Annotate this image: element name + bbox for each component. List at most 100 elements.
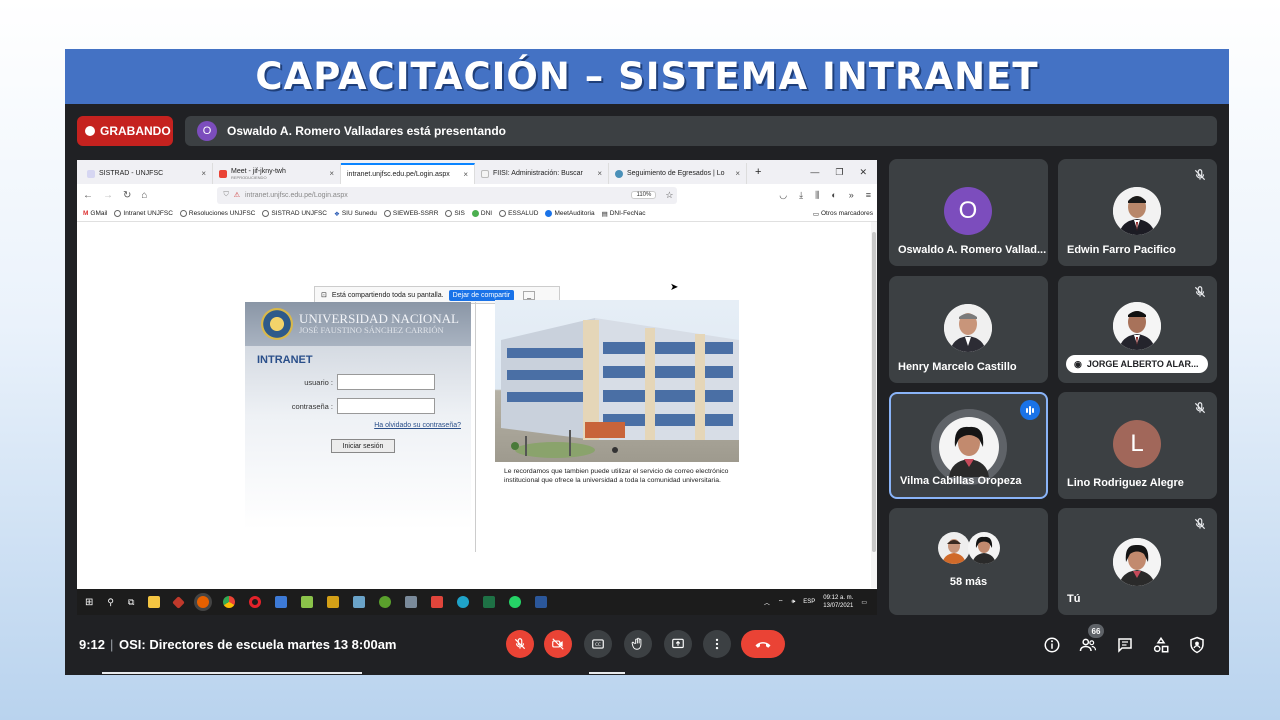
media-player-icon[interactable] — [431, 596, 444, 608]
download-icon[interactable]: ⤓ — [799, 190, 803, 201]
scrollbar-thumb[interactable] — [872, 232, 876, 552]
activities-icon[interactable] — [1152, 636, 1170, 654]
browser-tab-active[interactable]: intranet.unjfsc.edu.pe/Login.aspx × — [341, 163, 475, 184]
other-bookmarks-label: Otros marcadores — [820, 210, 873, 217]
hide-notice-button[interactable]: _ — [523, 290, 536, 300]
leave-call-button[interactable] — [741, 630, 785, 658]
other-bookmarks[interactable]: ▭ Otros marcadores — [813, 210, 877, 218]
bookmark-item[interactable]: SISTRAD UNJFSC — [262, 210, 327, 217]
firefox-icon[interactable] — [197, 596, 210, 608]
library-icon[interactable]: ⫼ — [815, 190, 819, 201]
bookmark-item[interactable]: Resoluciones UNJFSC — [179, 210, 255, 217]
task-view-icon[interactable]: ⧉ — [128, 597, 134, 608]
app-icon[interactable] — [379, 596, 392, 608]
microphone-off-button[interactable] — [506, 630, 534, 658]
app-icon[interactable] — [353, 596, 366, 608]
participant-tile[interactable]: Edwin Farro Pacifico — [1058, 159, 1217, 266]
word-icon[interactable] — [535, 596, 548, 608]
browser-tab[interactable]: SISTRAD - UNJFSC × — [81, 163, 213, 184]
bookmark-star-icon[interactable]: ☆ — [665, 190, 677, 201]
zoom-level[interactable]: 110% — [631, 191, 657, 199]
forward-icon[interactable]: → — [103, 190, 113, 201]
menu-icon[interactable]: ≡ — [866, 190, 871, 201]
bookmark-item[interactable]: MeetAuditoria — [545, 210, 595, 217]
notepad-icon[interactable] — [301, 596, 314, 608]
meeting-details-icon[interactable] — [1043, 636, 1061, 654]
calculator-icon[interactable] — [405, 596, 418, 608]
page-scrollbar[interactable] — [871, 222, 877, 588]
participant-photo — [968, 532, 1000, 564]
maximize-icon[interactable]: ❐ — [835, 167, 843, 178]
bookmark-item[interactable]: Intranet UNJFSC — [114, 210, 173, 217]
search-icon[interactable]: ⚲ — [107, 597, 114, 608]
windows-start-icon[interactable]: ⊞ — [85, 597, 93, 608]
browser-tab[interactable]: FIISI: Administración: Buscar × — [475, 163, 609, 184]
participant-name: JORGE ALBERTO ALAR... — [1086, 359, 1199, 369]
username-input[interactable] — [337, 374, 435, 390]
more-participants-tile[interactable]: 58 más — [889, 508, 1048, 615]
chrome-icon[interactable] — [223, 596, 236, 608]
more-options-button[interactable] — [703, 630, 731, 658]
network-icon[interactable]: ⌔ — [778, 598, 784, 606]
bookmark-item[interactable]: M GMail — [83, 210, 107, 217]
browser-tab[interactable]: Seguimiento de Egresados | Lo × — [609, 163, 747, 184]
participant-tile-speaking[interactable]: Vilma Cabillas Oropeza — [889, 392, 1048, 499]
login-button[interactable]: Iniciar sesión — [331, 439, 395, 453]
tab-close-icon[interactable]: × — [597, 169, 602, 178]
reload-icon[interactable]: ↻ — [123, 190, 131, 201]
host-controls-icon[interactable] — [1188, 636, 1206, 654]
bookmark-item[interactable]: SIEWEB-SSRR — [383, 210, 439, 217]
notifications-icon[interactable]: ▭ — [861, 599, 867, 606]
password-input[interactable] — [337, 398, 435, 414]
chat-icon[interactable] — [1116, 636, 1134, 654]
excel-icon[interactable] — [483, 596, 496, 608]
edge-icon[interactable] — [457, 596, 470, 608]
people-icon[interactable] — [1079, 636, 1097, 654]
bookmark-item[interactable]: ESSALUD — [499, 210, 538, 217]
app-icon[interactable] — [172, 595, 186, 609]
tray-chevron-icon[interactable]: ︿ — [764, 598, 770, 607]
forgot-password-link[interactable]: Ha olvidado su contraseña? — [245, 422, 471, 429]
tab-close-icon[interactable]: × — [329, 169, 334, 178]
bookmark-item[interactable]: DNI — [471, 210, 492, 217]
raise-hand-button[interactable] — [624, 630, 652, 658]
volume-icon[interactable]: 🕪 — [792, 599, 796, 606]
store-icon[interactable] — [275, 596, 288, 608]
stop-sharing-button[interactable]: Dejar de compartir — [448, 289, 515, 301]
pocket-icon[interactable]: ◡ — [779, 190, 787, 201]
browser-tab[interactable]: Meet - jif-jkny-twh REPRODUCIENDO × — [213, 163, 341, 184]
file-explorer-icon[interactable] — [148, 596, 161, 608]
captions-button[interactable]: CC — [584, 630, 612, 658]
language-indicator[interactable]: ESP — [803, 599, 815, 605]
tab-close-icon[interactable]: × — [201, 169, 206, 178]
participant-photo — [931, 409, 1007, 485]
overflow-icon[interactable]: » — [849, 190, 854, 201]
bookmark-item[interactable]: ❖ SIU Sunedu — [334, 210, 377, 218]
bookmark-item[interactable]: ▤ DNI-FecNac — [602, 210, 646, 218]
recording-button[interactable]: GRABANDO — [77, 116, 173, 146]
camera-off-button[interactable] — [544, 630, 572, 658]
address-bar[interactable]: ⛉ ⚠ intranet.unjfsc.edu.pe/Login.aspx 11… — [217, 186, 678, 204]
tab-close-icon[interactable]: × — [735, 169, 740, 178]
account-icon[interactable]: ◐ — [831, 190, 836, 201]
present-now-button[interactable] — [664, 630, 692, 658]
participant-tile[interactable]: O Oswaldo A. Romero Vallad... — [889, 159, 1048, 266]
home-icon[interactable]: ⌂ — [141, 190, 147, 201]
back-icon[interactable]: ← — [83, 190, 93, 201]
participant-tile[interactable]: ◉ JORGE ALBERTO ALAR... — [1058, 276, 1217, 383]
bookmark-item[interactable]: SIS — [445, 210, 465, 217]
archive-icon[interactable] — [327, 596, 340, 608]
close-window-icon[interactable]: ✕ — [859, 167, 867, 178]
tab-close-icon[interactable]: × — [463, 170, 468, 179]
tab-label-group: Meet - jif-jkny-twh REPRODUCIENDO — [231, 168, 286, 180]
bookmark-label: SIEWEB-SSRR — [392, 210, 439, 217]
opera-icon[interactable] — [249, 596, 262, 608]
minimize-icon[interactable]: — — [810, 167, 819, 178]
new-tab-button[interactable]: + — [747, 166, 761, 178]
self-tile[interactable]: Tú — [1058, 508, 1217, 615]
presenter-text: Oswaldo A. Romero Valladares está presen… — [227, 124, 506, 138]
whatsapp-icon[interactable] — [509, 596, 522, 608]
participant-tile[interactable]: L Lino Rodriguez Alegre — [1058, 392, 1217, 499]
participant-tile[interactable]: Henry Marcelo Castillo — [889, 276, 1048, 383]
taskbar-clock[interactable]: 09:12 a. m. 13/07/2021 — [823, 594, 853, 610]
